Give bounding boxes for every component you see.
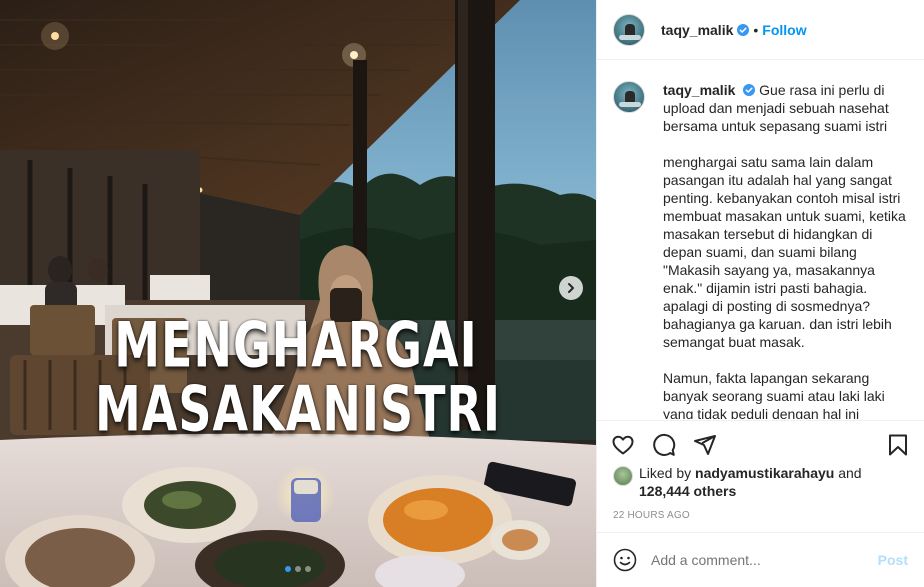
likes-summary: Liked by nadyamustikarahayu and 128,444 o… bbox=[613, 464, 913, 500]
comment-icon bbox=[653, 433, 676, 456]
bookmark-icon bbox=[889, 434, 907, 455]
add-comment-bar: Post bbox=[597, 532, 924, 587]
carousel-dot bbox=[295, 566, 301, 572]
likes-and: and bbox=[838, 465, 862, 481]
carousel-indicator bbox=[0, 566, 596, 572]
action-bar bbox=[597, 420, 924, 468]
emoji-icon bbox=[613, 548, 637, 572]
share-icon bbox=[694, 434, 716, 455]
share-button[interactable] bbox=[691, 431, 719, 459]
like-button[interactable] bbox=[609, 431, 637, 459]
header-separator: • bbox=[753, 21, 759, 38]
overlay-title-line-1: MENGHARGAI bbox=[114, 308, 478, 382]
caption-body: taqy_malik Gue rasa ini perlu di upload … bbox=[663, 81, 907, 419]
avatar[interactable] bbox=[613, 13, 645, 46]
header-username[interactable]: taqy_malik bbox=[661, 22, 733, 38]
caption-text: Gue rasa ini perlu di upload dan menjadi… bbox=[663, 82, 906, 419]
chevron-right-icon bbox=[568, 283, 574, 293]
post-sidebar: taqy_malik • Follow taqy_malik Gue rasa … bbox=[596, 0, 924, 587]
emoji-button[interactable] bbox=[613, 548, 637, 572]
post-header: taqy_malik • Follow bbox=[597, 0, 924, 60]
comments-list[interactable]: taqy_malik Gue rasa ini perlu di upload … bbox=[597, 61, 924, 419]
post-photo[interactable]: MENGHARGAI MASAKANISTRI bbox=[0, 0, 596, 587]
verified-badge-icon bbox=[743, 84, 756, 96]
verified-badge-icon bbox=[737, 23, 750, 36]
post-timestamp[interactable]: 22 HOURS AGO bbox=[613, 510, 690, 521]
overlay-title-line-2: MASAKANISTRI bbox=[94, 372, 501, 446]
carousel-dot bbox=[305, 566, 311, 572]
save-button[interactable] bbox=[884, 431, 912, 459]
likes-text: Liked by nadyamustikarahayu and 128,444 o… bbox=[639, 464, 862, 500]
next-slide-button[interactable] bbox=[559, 276, 583, 300]
post-comment-button[interactable]: Post bbox=[878, 552, 908, 568]
avatar[interactable] bbox=[613, 81, 645, 113]
heart-icon bbox=[612, 435, 634, 454]
restaurant-scene-image bbox=[0, 0, 596, 587]
likes-prefix: Liked by bbox=[639, 465, 692, 481]
comment-input[interactable] bbox=[651, 552, 878, 568]
carousel-dot bbox=[285, 566, 291, 572]
comment-button[interactable] bbox=[650, 431, 678, 459]
follow-button[interactable]: Follow bbox=[762, 22, 806, 38]
caption-comment: taqy_malik Gue rasa ini perlu di upload … bbox=[613, 81, 908, 419]
caption-username[interactable]: taqy_malik bbox=[663, 82, 735, 98]
liker-avatar[interactable] bbox=[613, 466, 633, 486]
liker-username[interactable]: nadyamustikarahayu bbox=[695, 465, 834, 481]
likes-count[interactable]: 128,444 others bbox=[639, 483, 736, 499]
